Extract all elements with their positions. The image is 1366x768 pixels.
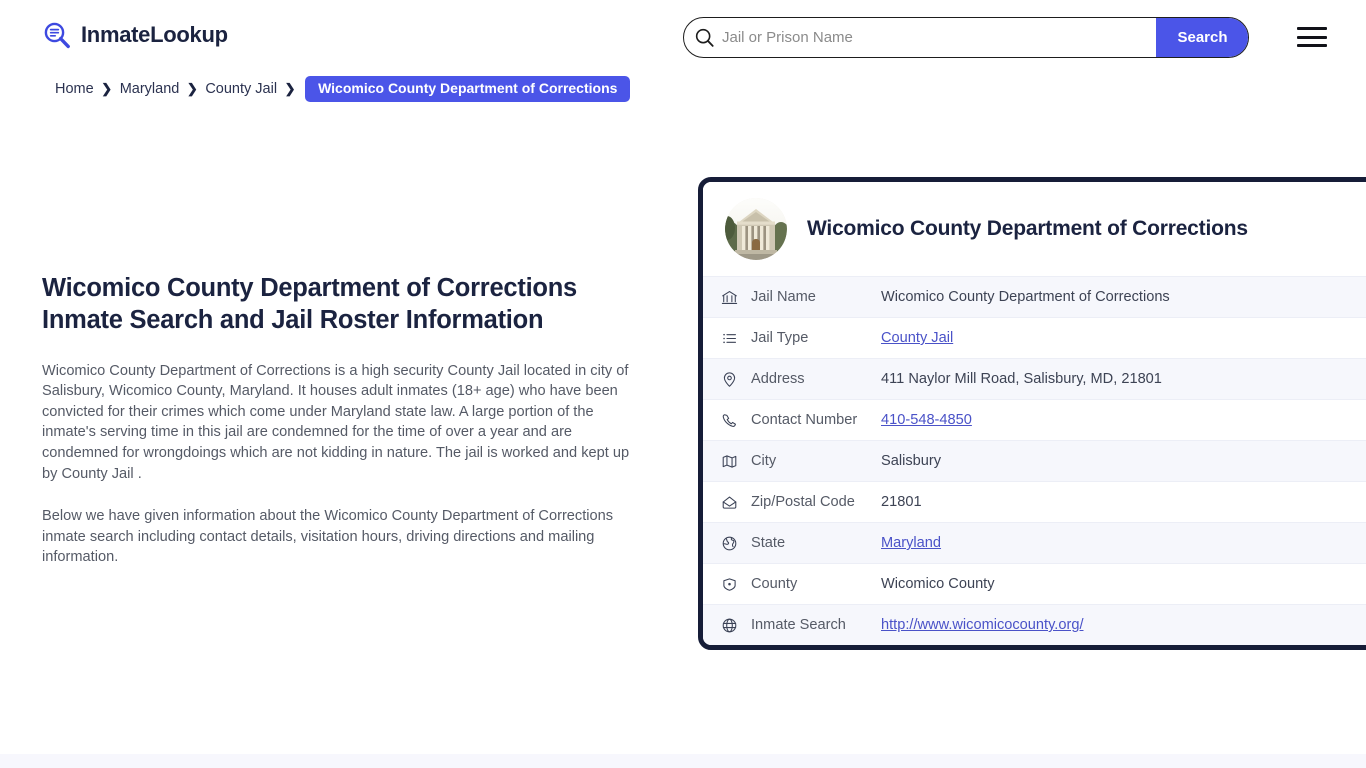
row-value: 410-548-4850 — [881, 412, 972, 428]
inmate-search-link[interactable]: http://www.wicomicocounty.org/ — [881, 617, 1084, 633]
contact-number-link[interactable]: 410-548-4850 — [881, 412, 972, 428]
row-label: Contact Number — [751, 412, 858, 428]
row-value: 21801 — [881, 494, 922, 510]
search-icon — [684, 27, 718, 48]
list-icon — [721, 330, 751, 347]
intro-paragraph-1: Wicomico County Department of Correction… — [42, 362, 630, 482]
card-title: Wicomico County Department of Correction… — [807, 217, 1248, 241]
row-label: Inmate Search — [751, 617, 846, 633]
row-value: 411 Naylor Mill Road, Salisbury, MD, 218… — [881, 371, 1162, 387]
jail-details-table: Jail Name Wicomico County Department of … — [703, 276, 1366, 645]
badge-icon — [721, 576, 751, 593]
globe-icon — [721, 617, 751, 634]
bank-icon — [721, 289, 751, 306]
globe-earth-icon — [721, 535, 751, 552]
row-label: County — [751, 576, 798, 592]
row-value: http://www.wicomicocounty.org/ — [881, 617, 1084, 633]
site-header: InmateLookup Search — [0, 0, 1366, 74]
row-value: County Jail — [881, 330, 953, 346]
hamburger-menu-icon[interactable] — [1297, 25, 1327, 49]
table-row: County Wicomico County — [703, 563, 1366, 604]
card-header: Wicomico County Department of Correction… — [703, 182, 1366, 276]
envelope-icon — [721, 494, 751, 511]
table-row: Address 411 Naylor Mill Road, Salisbury,… — [703, 358, 1366, 399]
table-row: Contact Number 410-548-4850 — [703, 399, 1366, 440]
hamburger-bar — [1297, 44, 1327, 47]
brand-logo-link[interactable]: InmateLookup — [42, 20, 228, 50]
hamburger-bar — [1297, 27, 1327, 30]
search-button[interactable]: Search — [1156, 18, 1248, 57]
search-input[interactable] — [718, 18, 1156, 57]
page-title: Wicomico County Department of Correction… — [42, 274, 577, 335]
brand-name: InmateLookup — [81, 22, 228, 47]
breadcrumb-item-current: Wicomico County Department of Correction… — [305, 76, 631, 103]
map-icon — [721, 453, 751, 470]
breadcrumb-item-home[interactable]: Home — [53, 81, 96, 97]
breadcrumb-item-maryland[interactable]: Maryland — [118, 81, 182, 97]
breadcrumb-item-county-jail[interactable]: County Jail — [203, 81, 279, 97]
row-label: City — [751, 453, 777, 469]
chevron-right-icon: ❯ — [284, 81, 296, 97]
row-label: Address — [751, 371, 805, 387]
phone-icon — [721, 412, 751, 429]
row-label: Jail Name — [751, 289, 816, 305]
courthouse-building-photo — [725, 198, 787, 260]
row-label: Jail Type — [751, 330, 809, 346]
jail-type-link[interactable]: County Jail — [881, 330, 953, 346]
table-row: State Maryland — [703, 522, 1366, 563]
chevron-right-icon: ❯ — [101, 81, 113, 97]
breadcrumb: Home ❯ Maryland ❯ County Jail ❯ Wicomico… — [53, 76, 631, 103]
table-row: Jail Type County Jail — [703, 317, 1366, 358]
hamburger-bar — [1297, 35, 1327, 39]
search-bar[interactable]: Search — [683, 17, 1249, 58]
table-row: Jail Name Wicomico County Department of … — [703, 276, 1366, 317]
table-row: City Salisbury — [703, 440, 1366, 481]
table-row: Inmate Search http://www.wicomicocounty.… — [703, 604, 1366, 645]
row-value: Maryland — [881, 535, 941, 551]
magnifier-list-icon — [42, 20, 72, 50]
row-value: Wicomico County — [881, 576, 995, 592]
chevron-right-icon: ❯ — [186, 81, 198, 97]
row-value: Salisbury — [881, 453, 942, 469]
page-root: InmateLookup Search Home ❯ Maryland ❯ Co… — [0, 0, 1366, 768]
intro-paragraph-2: Below we have given information about th… — [42, 508, 614, 566]
row-value: Wicomico County Department of Correction… — [881, 289, 1170, 305]
state-link[interactable]: Maryland — [881, 535, 941, 551]
map-pin-icon — [721, 371, 751, 388]
jail-info-card: Wicomico County Department of Correction… — [698, 177, 1366, 650]
row-label: State — [751, 535, 786, 551]
page-bottom-band — [0, 754, 1366, 768]
row-label: Zip/Postal Code — [751, 494, 855, 510]
table-row: Zip/Postal Code 21801 — [703, 481, 1366, 522]
article-column: Wicomico County Department of Correction… — [42, 272, 634, 568]
